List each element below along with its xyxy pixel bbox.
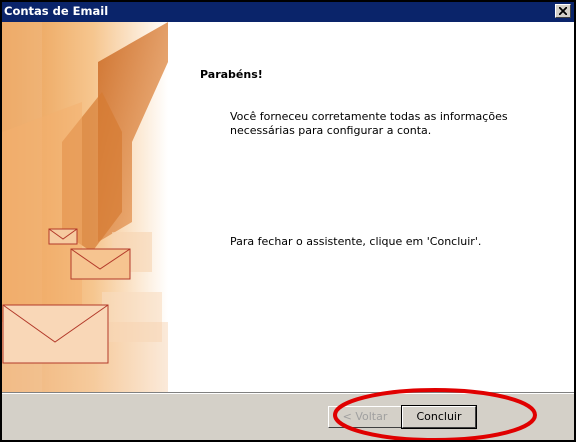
success-message: Você forneceu corretamente todas as info…: [230, 110, 508, 137]
finish-button[interactable]: Concluir: [401, 405, 477, 429]
close-button[interactable]: [555, 4, 571, 18]
title-bar[interactable]: Contas de Email: [2, 2, 574, 22]
close-icon: [559, 7, 567, 15]
page-heading: Parabéns!: [200, 68, 263, 81]
wizard-window: Contas de Email Parabéns! Você forneceu …: [0, 0, 576, 442]
instruction-text: Para fechar o assistente, clique em 'Con…: [230, 235, 482, 248]
window-title: Contas de Email: [4, 4, 109, 18]
email-envelopes-banner: [2, 22, 168, 392]
wizard-content: Parabéns! Você forneceu corretamente tod…: [2, 22, 574, 392]
footer-separator: [2, 392, 574, 394]
back-button[interactable]: < Voltar: [328, 406, 402, 428]
